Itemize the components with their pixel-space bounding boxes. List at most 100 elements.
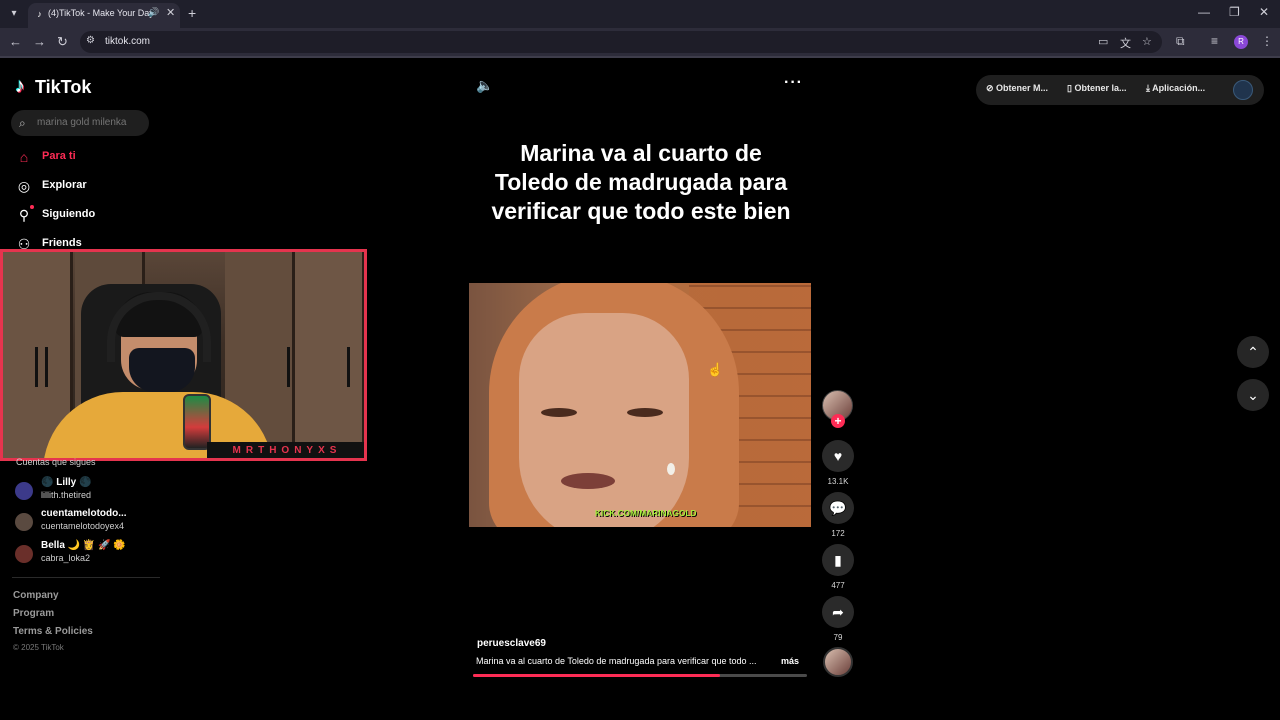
volume-icon[interactable]: 🔈	[476, 77, 493, 94]
extensions-icon[interactable]: ⧉	[1176, 34, 1185, 49]
notification-dot	[30, 205, 34, 209]
wardrobe-panel	[295, 252, 364, 458]
bookmark-star-icon[interactable]: ☆	[1142, 35, 1152, 48]
tab-close-icon[interactable]: ✕	[166, 6, 175, 19]
chevron-up-icon: ⌃	[1247, 344, 1259, 360]
mouth	[561, 473, 615, 489]
nav-label: Siguiendo	[42, 208, 96, 220]
minimize-icon[interactable]: —	[1198, 5, 1210, 19]
music-disc-avatar[interactable]	[823, 647, 853, 677]
avatar	[15, 545, 33, 563]
account-item[interactable]: cuentamelotodo... cuentamelotodoyex4	[15, 508, 165, 536]
comment-icon: 💬	[829, 500, 847, 516]
toolbar-divider	[0, 56, 1280, 58]
browser-toolbar: ← → ↻ ⚙ tiktok.com ▭ 文 ☆ ⧉ ≡ R ⋮	[0, 28, 1280, 56]
wardrobe-handle	[287, 347, 290, 387]
translate-icon[interactable]: 文	[1120, 35, 1131, 51]
pill-label: Obtener la...	[1074, 83, 1127, 93]
woman-face	[519, 313, 689, 527]
nav-label: Friends	[42, 237, 82, 249]
footer-company-link[interactable]: Company	[13, 590, 59, 601]
webcam-overlay: MRTHONYXS	[0, 249, 367, 461]
forward-icon[interactable]: →	[33, 34, 46, 49]
save-count: 477	[831, 581, 845, 590]
tab-title: (4)TikTok - Make Your Day	[48, 8, 154, 18]
window-close-icon[interactable]: ✕	[1259, 5, 1269, 19]
browser-tab[interactable]: ♪ (4)TikTok - Make Your Day 🔊 ✕	[28, 3, 180, 28]
user-avatar[interactable]	[1233, 80, 1253, 100]
browser-tabstrip: ▾ ♪ (4)TikTok - Make Your Day 🔊 ✕ + — ❐ …	[0, 0, 1280, 28]
bookmark-icon: ▮	[834, 552, 842, 568]
new-tab-button[interactable]: +	[188, 5, 196, 21]
more-link[interactable]: más	[781, 656, 799, 666]
tiktok-note-icon: ♪	[15, 75, 25, 97]
following-title: Cuentas que sigues	[16, 457, 96, 467]
get-app-button[interactable]: ▯ Obtener la...	[1067, 83, 1126, 94]
follow-plus-icon[interactable]: +	[831, 414, 845, 428]
copyright-text: © 2025 TikTok	[13, 643, 64, 652]
video-description: Marina va al cuarto de Toledo de madruga…	[476, 656, 757, 666]
search-box[interactable]: ⌕	[11, 110, 149, 136]
back-icon[interactable]: ←	[9, 34, 22, 49]
avatar	[15, 482, 33, 500]
like-count: 13.1K	[827, 477, 849, 486]
search-input[interactable]	[37, 117, 145, 128]
video-caption: Marina va al cuarto de Toledo de madruga…	[491, 140, 791, 224]
share-button[interactable]: ➦	[822, 596, 854, 628]
streamer-name: MRTHONYXS	[207, 442, 364, 458]
previous-video-button[interactable]: ⌃	[1237, 336, 1269, 368]
more-options-icon[interactable]: ···	[784, 74, 803, 92]
account-name: 🌑 Lilly 🌑	[41, 477, 92, 488]
home-icon: ⌂	[19, 149, 29, 165]
account-username: cabra_loka2	[41, 553, 91, 563]
download-app-button[interactable]: ⤓ Aplicación...	[1146, 83, 1205, 94]
account-item[interactable]: 🌑 Lilly 🌑 lillith.thetired	[15, 477, 165, 505]
avatar	[15, 513, 33, 531]
comment-button[interactable]: 💬	[822, 492, 854, 524]
user-follow-icon: ⚲	[18, 207, 30, 223]
wardrobe-handle	[347, 347, 350, 387]
progress-fill	[473, 674, 721, 677]
comment-count: 172	[831, 529, 845, 538]
heart-icon: ♥	[833, 448, 843, 464]
next-video-button[interactable]: ⌄	[1237, 379, 1269, 411]
account-item[interactable]: Bella 🌙 👸 🚀 🌼 cabra_loka2	[15, 540, 165, 568]
nav-label: Explorar	[42, 179, 87, 191]
account-username: cuentamelotodoyex4	[41, 521, 125, 531]
pill-label: Aplicación...	[1152, 83, 1206, 93]
like-button[interactable]: ♥	[822, 440, 854, 472]
search-icon: ⌕	[19, 116, 26, 130]
reload-icon[interactable]: ↻	[57, 34, 68, 50]
tiktok-favicon-icon: ♪	[37, 9, 42, 19]
share-count: 79	[833, 633, 843, 642]
video-player[interactable]: KICK.COM/MARINAGOLD	[469, 283, 811, 527]
pill-label: Obtener M...	[996, 83, 1049, 93]
tab-audio-icon[interactable]: 🔊	[148, 7, 159, 18]
url-text[interactable]: tiktok.com	[105, 36, 150, 47]
footer-program-link[interactable]: Program	[13, 608, 54, 619]
account-name: Bella 🌙 👸 🚀 🌼	[41, 540, 126, 551]
face-mask	[129, 348, 195, 392]
save-button[interactable]: ▮	[822, 544, 854, 576]
restore-icon[interactable]: ❐	[1229, 5, 1240, 19]
menu-kebab-icon[interactable]: ⋮	[1261, 34, 1273, 48]
video-progress-bar[interactable]	[473, 674, 807, 677]
logo-text: TikTok	[35, 77, 92, 97]
share-arrow-icon: ➦	[832, 604, 844, 620]
wardrobe-handle	[45, 347, 48, 387]
chevron-down-icon: ⌄	[1247, 387, 1259, 403]
profile-avatar[interactable]: R	[1234, 35, 1248, 49]
hand-cursor-icon: ☝	[707, 362, 724, 377]
video-author[interactable]: peruesclave69	[477, 638, 546, 649]
site-info-icon[interactable]: ⚙	[86, 35, 95, 46]
wardrobe-handle	[35, 347, 38, 387]
cast-icon[interactable]: ▭	[1098, 35, 1108, 48]
tab-search-icon[interactable]: ▾	[6, 6, 22, 22]
compass-icon: ◎	[17, 178, 31, 194]
media-icon[interactable]: ≡	[1211, 34, 1218, 48]
nav-label: Para ti	[42, 150, 76, 162]
account-name: cuentamelotodo...	[41, 508, 127, 519]
footer-terms-link[interactable]: Terms & Policies	[13, 626, 93, 637]
address-bar[interactable]: ⚙ tiktok.com ▭ 文 ☆	[80, 31, 1162, 53]
get-coins-button[interactable]: ⊘ Obtener M...	[986, 83, 1048, 94]
